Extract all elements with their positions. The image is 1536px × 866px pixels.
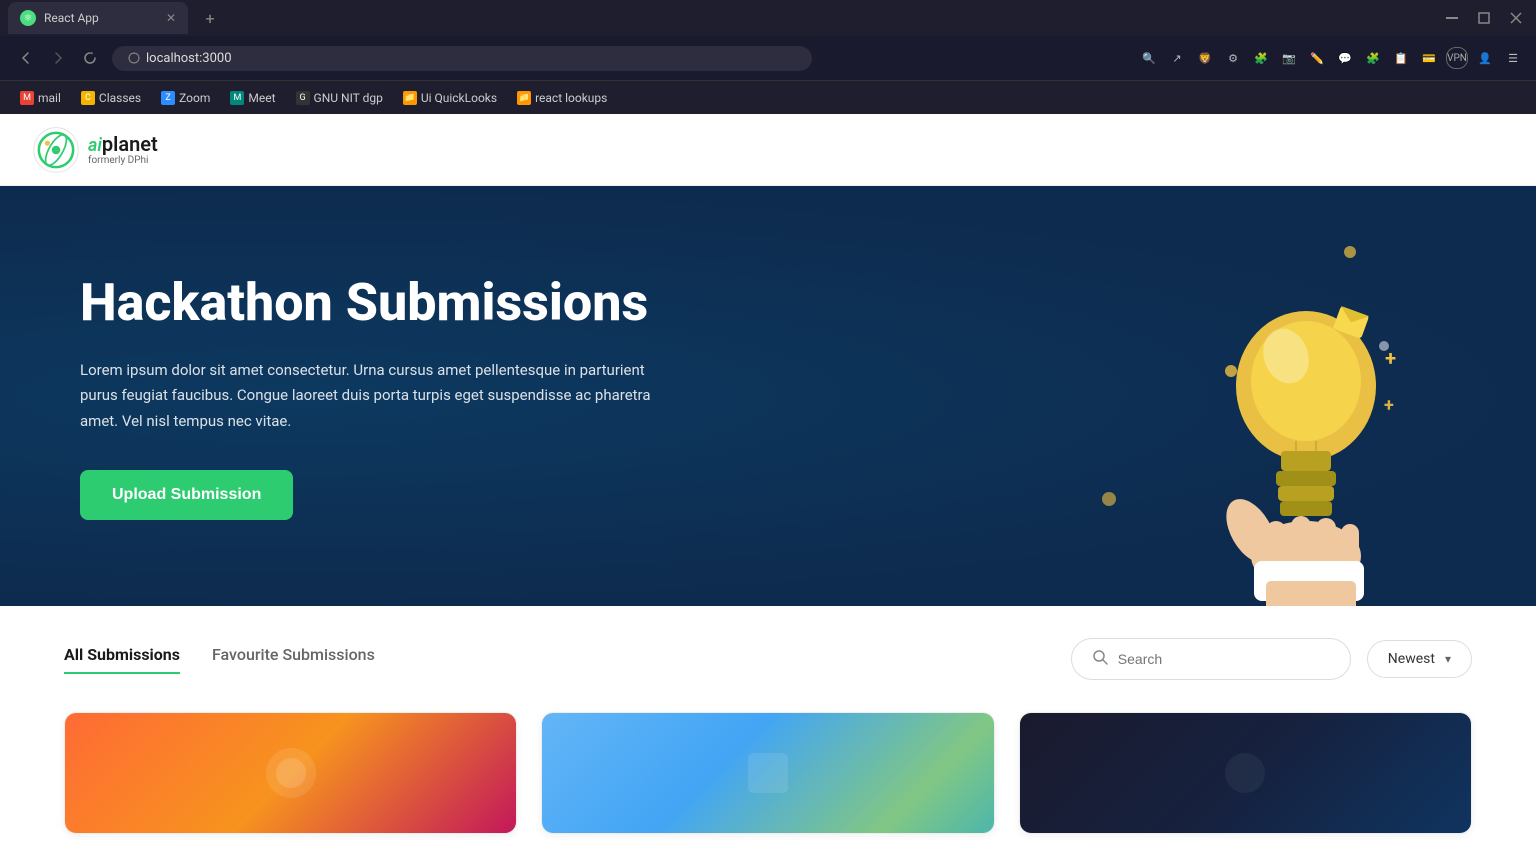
card-thumbnail-2 [542,713,993,833]
search-input[interactable] [1118,651,1330,667]
ext-7[interactable]: 📋 [1390,47,1412,69]
card-thumb-graphic-2 [738,743,798,803]
tab-favicon-icon: ⚛ [20,10,36,26]
browser-window: ⚛ React App ✕ + [0,0,1536,866]
ext-1[interactable]: ⚙ [1222,47,1244,69]
bookmark-favicon-meet: M [230,91,244,105]
logo-container: aiplanet formerly DPhi [32,126,158,174]
bookmark-label-classes: Classes [99,91,141,105]
bookmark-react[interactable]: 📁 react lookups [509,88,615,108]
bookmark-label-ui: Ui QuickLooks [421,91,497,105]
bookmark-favicon-mail: M [20,91,34,105]
minimize-button[interactable] [1440,6,1464,30]
maximize-button[interactable] [1472,6,1496,30]
sort-label: Newest [1388,651,1435,667]
submission-card-2[interactable] [541,712,994,834]
tab-title-label: React App [44,11,158,25]
nav-buttons [12,44,104,72]
ext-8[interactable]: 💳 [1418,47,1440,69]
hero-content: Hackathon Submissions Lorem ipsum dolor … [80,272,680,521]
card-thumb-graphic-3 [1215,743,1275,803]
hero-decoration-dot-2 [1102,492,1116,506]
tab-all-submissions[interactable]: All Submissions [64,645,180,674]
tab-close-icon[interactable]: ✕ [166,11,176,25]
address-bar[interactable]: localhost:3000 [112,46,812,71]
menu-icon[interactable]: ☰ [1502,47,1524,69]
logo-name-label: aiplanet [88,134,158,155]
ext-2[interactable]: 🧩 [1250,47,1272,69]
logo-main-name: planet [102,132,158,156]
search-icon [1092,649,1108,669]
browser-tab-active[interactable]: ⚛ React App ✕ [8,2,188,34]
tab-favourite-submissions[interactable]: Favourite Submissions [212,645,375,674]
search-box [1071,638,1351,680]
card-thumb-graphic-1 [261,743,321,803]
logo-text: aiplanet formerly DPhi [88,134,158,166]
share-ext-icon[interactable]: ↗ [1166,47,1188,69]
bookmark-favicon-ui: 📁 [403,91,417,105]
sort-dropdown[interactable]: Newest ▾ [1367,640,1472,678]
bookmarks-bar: M mail C Classes Z Zoom M Meet G GNU NIT… [0,80,1536,114]
ext-6[interactable]: 🧩 [1362,47,1384,69]
address-text: localhost:3000 [146,51,232,66]
window-controls [1440,6,1528,30]
bookmark-label-react: react lookups [535,91,607,105]
submission-card-1[interactable] [64,712,517,834]
bookmark-mail[interactable]: M mail [12,88,69,108]
card-thumbnail-3 [1020,713,1471,833]
upload-submission-button[interactable]: Upload Submission [80,470,293,520]
ext-4[interactable]: ✏️ [1306,47,1328,69]
logo-tagline-label: formerly DPhi [88,155,158,166]
bookmark-label-zoom: Zoom [179,91,210,105]
search-filter-row: Newest ▾ [1071,638,1472,680]
browser-extensions: 🔍 ↗ 🦁 ⚙ 🧩 📷 ✏️ 💬 🧩 📋 💳 VPN 👤 ☰ [1138,47,1524,69]
search-ext-icon[interactable]: 🔍 [1138,47,1160,69]
submissions-tabs-row: All Submissions Favourite Submissions [64,638,1472,680]
lightbulb-svg: + [1146,266,1426,606]
hero-illustration: + [1116,226,1456,606]
bookmark-meet[interactable]: M Meet [222,88,283,108]
browser-addressbar: localhost:3000 🔍 ↗ 🦁 ⚙ 🧩 📷 ✏️ 💬 🧩 📋 💳 VP… [0,36,1536,80]
submissions-section: All Submissions Favourite Submissions [0,606,1536,866]
bookmark-label-meet: Meet [248,91,275,105]
bookmark-label-mail: mail [38,91,61,105]
close-button[interactable] [1504,6,1528,30]
svg-text:+: + [1384,395,1394,416]
refresh-button[interactable] [76,44,104,72]
bookmark-favicon-classes: C [81,91,95,105]
card-thumbnail-1 [65,713,516,833]
ext-3[interactable]: 📷 [1278,47,1300,69]
forward-button[interactable] [44,44,72,72]
bookmark-zoom[interactable]: Z Zoom [153,88,218,108]
submission-card-3[interactable] [1019,712,1472,834]
new-tab-button[interactable]: + [196,4,224,32]
bookmark-favicon-react: 📁 [517,91,531,105]
ext-5[interactable]: 💬 [1334,47,1356,69]
hero-description: Lorem ipsum dolor sit amet consectetur. … [80,358,680,435]
page-content: aiplanet formerly DPhi Hackathon Submiss… [0,114,1536,866]
browser-titlebar: ⚛ React App ✕ + [0,0,1536,36]
bookmark-ui[interactable]: 📁 Ui QuickLooks [395,88,505,108]
site-header: aiplanet formerly DPhi [0,114,1536,186]
bookmark-favicon-zoom: Z [161,91,175,105]
submissions-cards-grid [64,712,1472,834]
vpn-icon[interactable]: VPN [1446,47,1468,69]
logo-prefix: ai [88,135,102,156]
hero-title: Hackathon Submissions [80,272,680,334]
bookmark-classes[interactable]: C Classes [73,88,149,108]
tabs-container: All Submissions Favourite Submissions [64,645,375,674]
bookmark-label-gnu: GNU NIT dgp [314,91,383,105]
bookmark-favicon-gnu: G [296,91,310,105]
bookmark-gnu[interactable]: G GNU NIT dgp [288,88,391,108]
back-button[interactable] [12,44,40,72]
logo-svg-icon [32,126,80,174]
profile-icon[interactable]: 👤 [1474,47,1496,69]
chevron-down-icon: ▾ [1445,652,1451,666]
hero-banner: Hackathon Submissions Lorem ipsum dolor … [0,186,1536,606]
brave-ext-icon[interactable]: 🦁 [1194,47,1216,69]
